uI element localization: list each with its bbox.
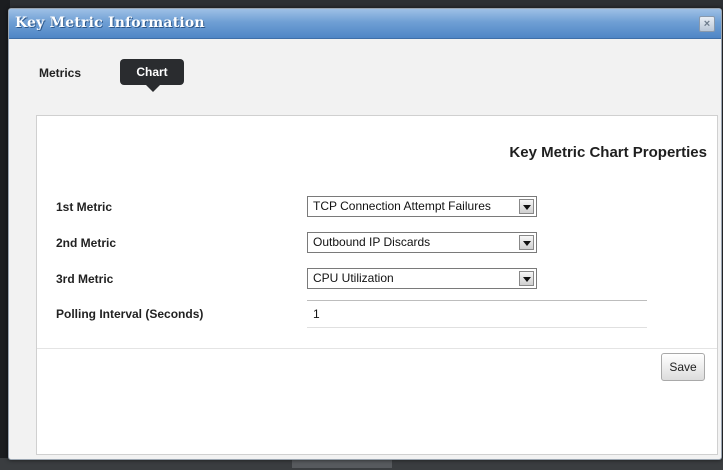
metric2-label: 2nd Metric	[56, 236, 117, 250]
background-taskbar-fragment	[292, 460, 392, 468]
tab-bar: Metrics Chart	[31, 55, 331, 92]
save-button[interactable]: Save	[661, 353, 705, 381]
divider	[37, 348, 717, 349]
metric1-select[interactable]: TCP Connection Attempt Failures	[307, 196, 537, 217]
metric1-label: 1st Metric	[56, 200, 113, 214]
tab-chart[interactable]: Chart	[120, 59, 184, 92]
chevron-down-icon[interactable]	[519, 271, 534, 286]
section-title: Key Metric Chart Properties	[509, 144, 707, 161]
metric3-select[interactable]: CPU Utilization	[307, 268, 537, 289]
metric3-value: CPU Utilization	[313, 271, 394, 285]
metric1-value: TCP Connection Attempt Failures	[313, 199, 491, 213]
key-metric-dialog: Key Metric Information × Metrics Chart K…	[8, 8, 722, 460]
metric2-value: Outbound IP Discards	[313, 235, 431, 249]
tab-metrics[interactable]: Metrics	[31, 61, 89, 85]
chevron-down-icon[interactable]	[519, 235, 534, 250]
metric2-select[interactable]: Outbound IP Discards	[307, 232, 537, 253]
metric3-label: 3rd Metric	[56, 272, 114, 286]
polling-interval-label: Polling Interval (Seconds)	[56, 307, 204, 321]
chevron-down-icon[interactable]	[519, 199, 534, 214]
dialog-title: Key Metric Information	[15, 15, 205, 31]
dialog-titlebar[interactable]: Key Metric Information ×	[9, 9, 721, 39]
chart-properties-panel: Key Metric Chart Properties 1st Metric T…	[36, 115, 718, 455]
close-icon[interactable]: ×	[699, 16, 715, 32]
polling-interval-input[interactable]: 1	[307, 300, 647, 328]
